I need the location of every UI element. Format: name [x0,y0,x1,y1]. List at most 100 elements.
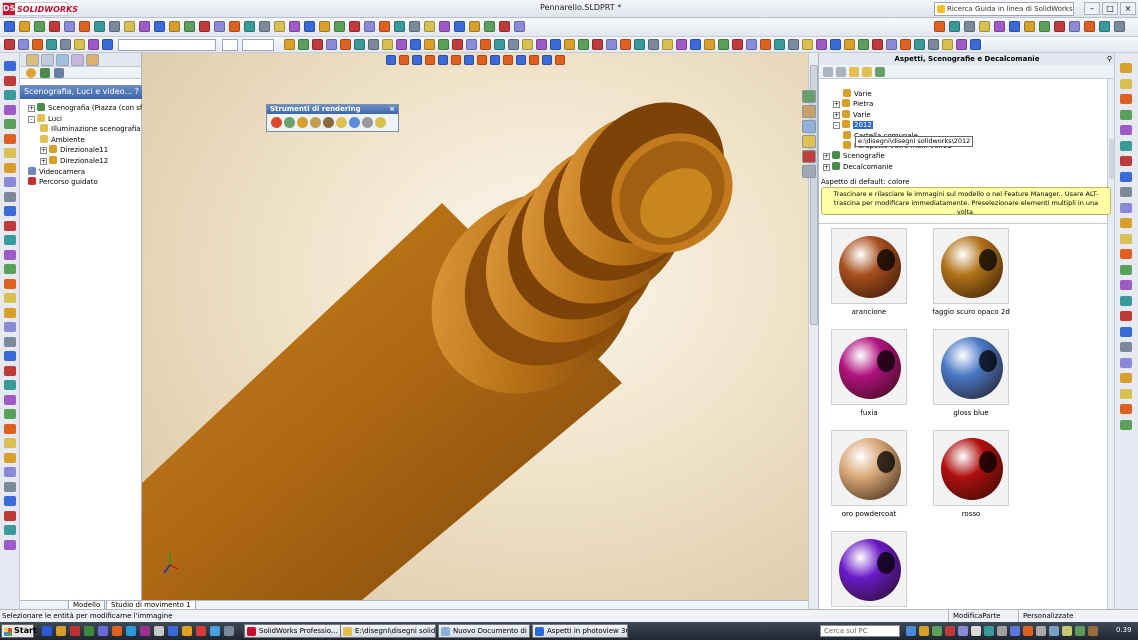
format-button[interactable] [550,39,561,50]
sketch-tool-button[interactable] [1120,218,1132,228]
appearance-tree-item[interactable]: + Decalcomanie [823,161,893,171]
quicklaunch-icon-4[interactable] [84,626,94,636]
toolbar-button[interactable] [109,21,120,32]
quicklaunch-icon-7[interactable] [126,626,136,636]
command-button[interactable] [4,380,16,390]
view-button[interactable] [438,55,448,65]
command-button[interactable] [4,177,16,187]
start-button[interactable]: Start [1,624,37,638]
format-button[interactable] [858,39,869,50]
format-button[interactable] [466,39,477,50]
command-button[interactable] [4,61,16,71]
toolbar-button[interactable] [349,21,360,32]
toolbar-button[interactable] [1084,21,1095,32]
command-button[interactable] [4,481,16,492]
command-button[interactable] [4,75,16,86]
format-button[interactable] [592,39,603,50]
sketch-tool-button[interactable] [1120,156,1132,166]
keyboard-icon[interactable] [1088,626,1098,636]
command-button[interactable] [4,394,16,405]
task-explorer[interactable]: E:\disegni\disegni solidw... [340,624,436,638]
sketch-tool-button[interactable] [1120,373,1132,383]
view-button[interactable] [451,55,461,65]
close-button[interactable]: × [1120,2,1136,15]
appearance-swatch[interactable] [831,531,907,611]
quicklaunch-icon-2[interactable] [56,626,66,636]
expand-icon[interactable]: + [823,163,830,171]
format-button[interactable] [662,39,673,50]
render-tool-button[interactable] [284,117,295,128]
quicklaunch-icon-11[interactable] [182,626,192,636]
toolbar-button[interactable] [199,21,210,32]
command-button[interactable] [4,438,16,448]
view-button[interactable] [542,55,552,65]
format-button[interactable] [732,39,743,50]
toolbar-button[interactable] [1114,21,1125,32]
tray-icon-6[interactable] [971,626,981,636]
quicklaunch-icon-10[interactable] [168,626,178,636]
task-solidworks[interactable]: SolidWorks Professio... [244,624,348,638]
toolbar-button[interactable] [499,21,510,32]
format-button[interactable] [564,39,575,50]
tree-item[interactable]: Videocamera [28,166,85,176]
maximize-button[interactable]: □ [1102,2,1118,15]
toolbar-button[interactable] [1024,21,1035,32]
sketch-tool-button[interactable] [1120,295,1132,306]
format-button[interactable] [746,39,757,50]
expand-icon[interactable]: - [28,115,35,123]
format-button[interactable] [46,39,57,50]
marker-model[interactable] [142,53,808,600]
view-button[interactable] [490,55,500,65]
command-button[interactable] [4,365,16,376]
format-button[interactable] [312,39,323,50]
sketch-tool-button[interactable] [1120,233,1132,244]
toolbar-button[interactable] [49,21,60,32]
command-button[interactable] [4,539,16,550]
appearance-tree-item[interactable]: + Pietra [833,99,873,109]
tab-design-library[interactable] [802,105,816,118]
view-button[interactable] [477,55,487,65]
command-button[interactable] [4,220,16,231]
clock[interactable]: 0.39 [1116,626,1132,634]
render-tool-button[interactable] [349,117,360,128]
toolbar-button[interactable] [289,21,300,32]
quicklaunch-icon-1[interactable] [42,626,52,636]
sketch-tool-button[interactable] [1120,342,1132,352]
sketch-tool-button[interactable] [1120,404,1132,414]
format-button[interactable] [760,39,771,50]
render-tool-button[interactable] [336,117,347,128]
toolbar-button[interactable] [214,21,225,32]
command-button[interactable] [4,322,16,332]
format-button[interactable] [438,39,449,50]
volume-icon[interactable] [1036,626,1046,636]
tab-property-manager[interactable] [41,54,54,66]
task-notepad[interactable]: Nuovo Documento di tes... [438,624,530,638]
tree-item[interactable]: Ambiente [40,134,85,144]
solidworks-logo[interactable]: DS SOLIDWORKS [2,2,78,16]
format-button[interactable] [298,39,309,50]
render-tool-button[interactable] [310,117,321,128]
forward-icon[interactable] [836,67,846,77]
command-button[interactable] [4,148,16,158]
format-button[interactable] [718,39,729,50]
sketch-tool-button[interactable] [1120,311,1132,321]
tree-item[interactable]: + Direzionale11 [40,145,108,155]
toolbar-button[interactable] [379,21,390,32]
flag-icon[interactable] [1075,626,1085,636]
close-icon[interactable]: × [389,105,395,114]
command-button[interactable] [4,206,16,216]
format-button[interactable] [816,39,827,50]
toolbar-button[interactable] [64,21,75,32]
expand-icon[interactable]: + [40,158,47,165]
quicklaunch-icon-13[interactable] [210,626,220,636]
view-button[interactable] [464,55,474,65]
view-button[interactable] [425,55,435,65]
format-button[interactable] [578,39,589,50]
render-tool-button[interactable] [375,117,386,128]
toolbar-button[interactable] [334,21,345,32]
view-button[interactable] [529,55,539,65]
toolbar-button[interactable] [409,21,420,32]
command-button[interactable] [4,104,16,115]
tray-icon-9[interactable] [1010,626,1020,636]
toolbar-button[interactable] [934,21,945,32]
